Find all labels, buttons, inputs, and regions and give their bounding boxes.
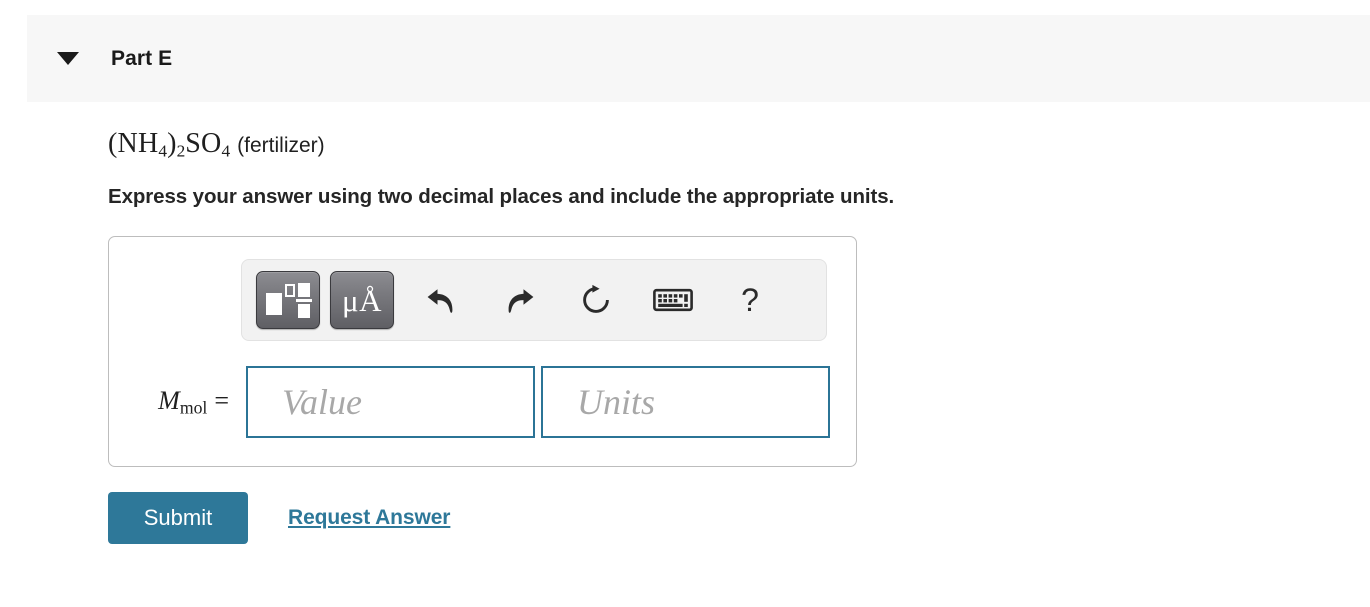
instruction-text: Express your answer using two decimal pl…: [108, 185, 895, 208]
action-bar: Submit Request Answer: [108, 492, 450, 544]
reset-icon: [579, 283, 613, 317]
help-icon: ?: [741, 282, 759, 318]
keyboard-icon: [653, 286, 693, 314]
formula-segment-2: ): [167, 128, 177, 159]
units-button[interactable]: μÅ: [330, 271, 394, 329]
template-button[interactable]: [256, 271, 320, 329]
undo-button[interactable]: [416, 274, 468, 326]
variable-symbol: M: [158, 385, 180, 415]
template-icon: [266, 280, 312, 320]
redo-button[interactable]: [493, 274, 545, 326]
answer-input-row: Mmol =: [109, 365, 856, 439]
part-body: (NH4)2SO4 (fertilizer) Express your answe…: [0, 102, 1370, 607]
formula-subscript-3: 4: [221, 141, 231, 161]
keyboard-button[interactable]: [647, 274, 699, 326]
page-title: Part E: [111, 46, 173, 70]
redo-icon: [502, 285, 536, 315]
units-input[interactable]: [541, 366, 830, 438]
reset-button[interactable]: [570, 274, 622, 326]
math-editor-toolbar: μÅ ?: [241, 259, 827, 341]
submit-button[interactable]: Submit: [108, 492, 248, 544]
chemical-formula: (NH4)2SO4: [108, 128, 231, 161]
request-answer-link[interactable]: Request Answer: [288, 506, 450, 530]
formula-segment-1: (NH: [108, 128, 159, 159]
value-input[interactable]: [246, 366, 535, 438]
part-header: Part E: [27, 15, 1370, 102]
help-button[interactable]: ?: [724, 274, 776, 326]
answer-entry-panel: μÅ ? Mmol = Value Units: [108, 236, 857, 467]
undo-icon: [425, 285, 459, 315]
units-icon: μÅ: [341, 282, 382, 318]
question-formula: (NH4)2SO4 (fertilizer): [108, 128, 325, 162]
triangle-down-icon[interactable]: [57, 52, 79, 65]
formula-segment-3: SO: [185, 128, 222, 159]
variable-label: Mmol =: [134, 386, 229, 418]
variable-subscript: mol: [179, 397, 208, 418]
equals-sign: =: [214, 385, 229, 415]
formula-subscript-2: 2: [176, 141, 186, 161]
formula-annotation: (fertilizer): [237, 134, 325, 157]
formula-subscript-1: 4: [158, 141, 168, 161]
